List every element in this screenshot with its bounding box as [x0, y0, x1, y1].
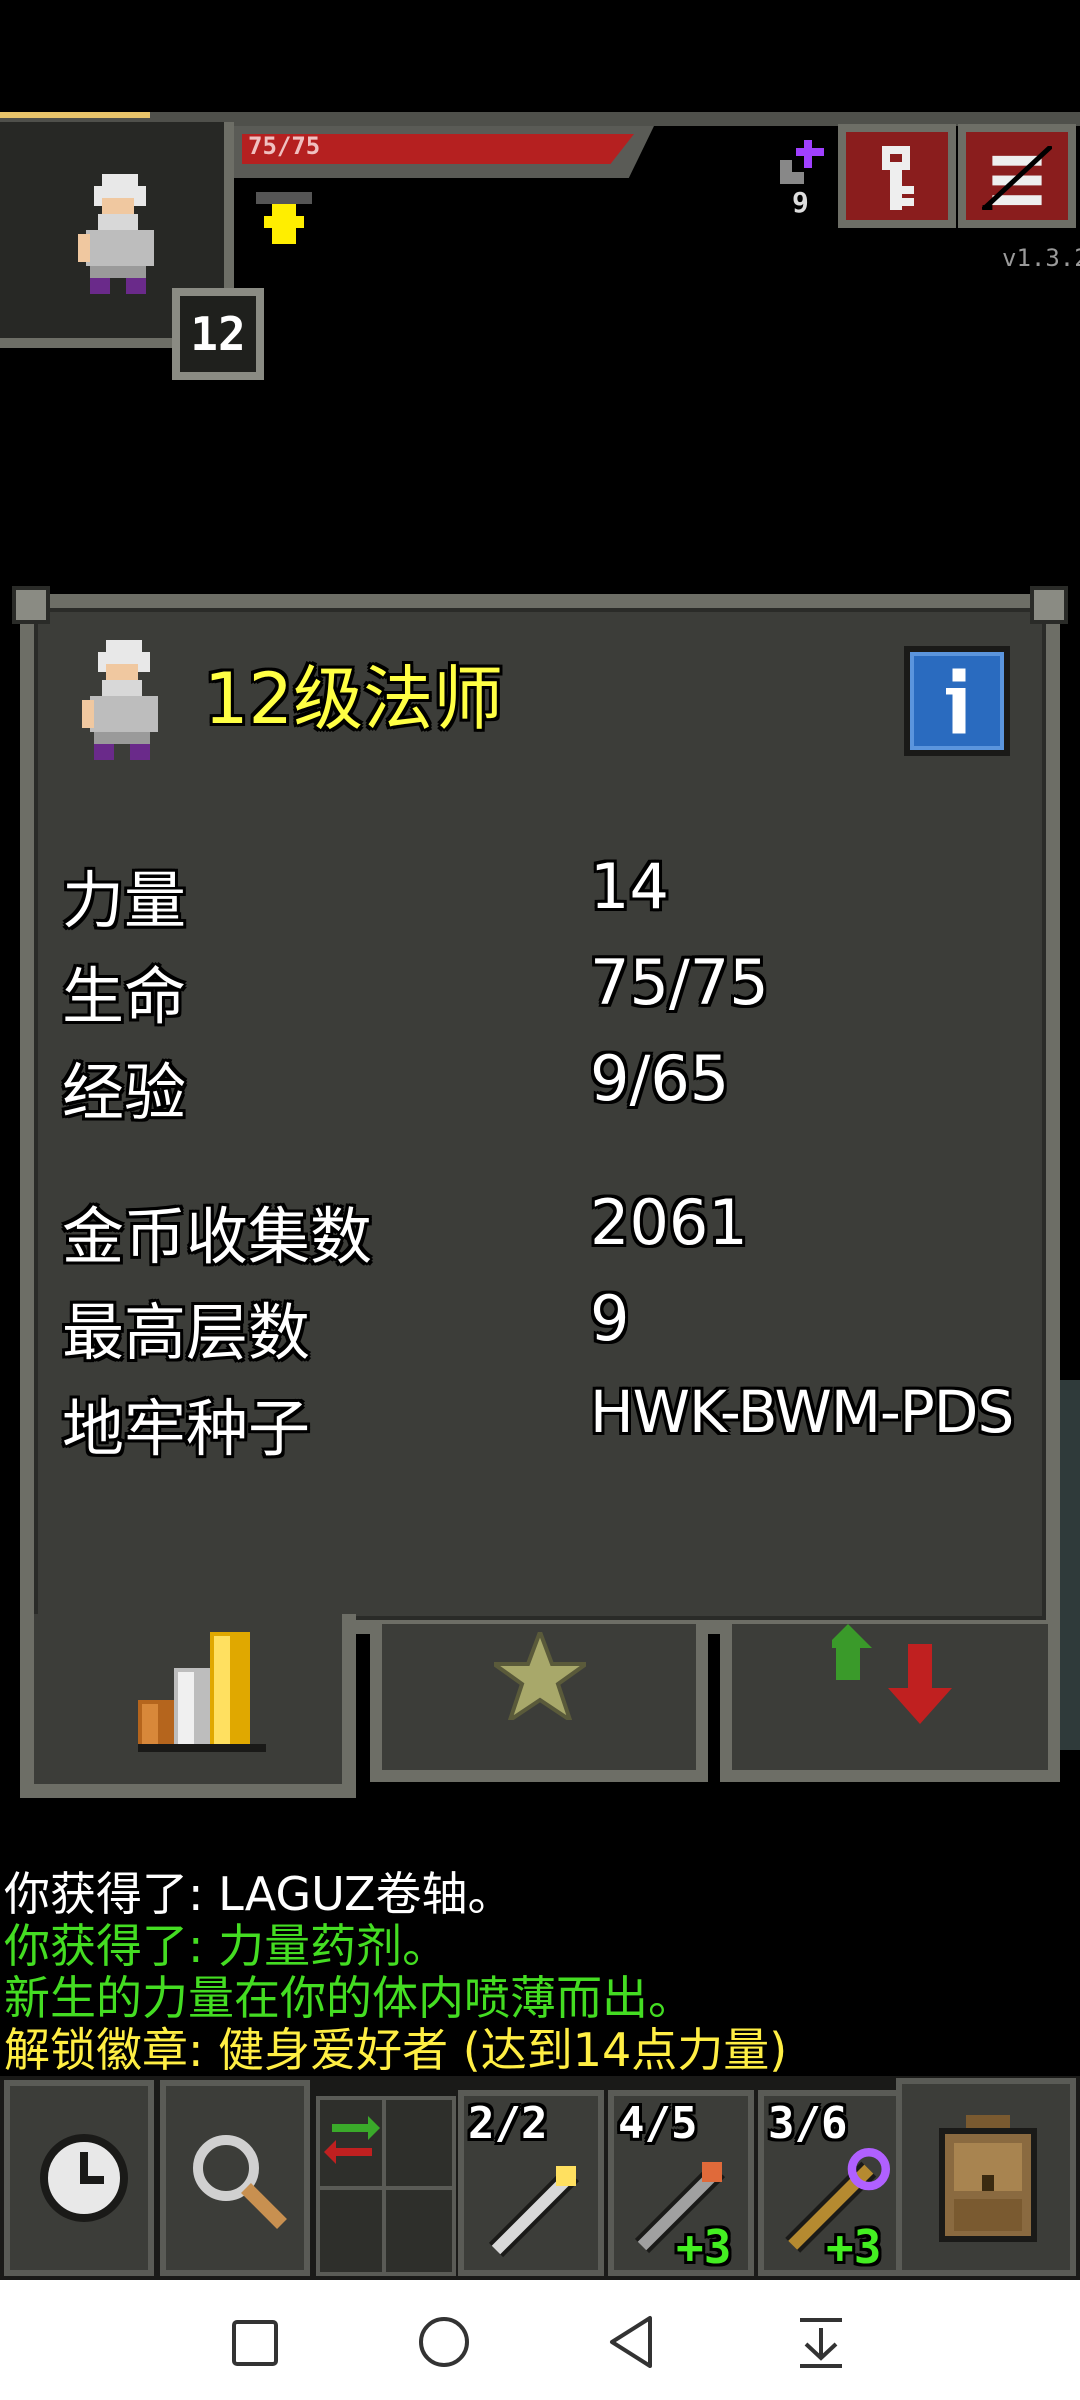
stat-label-strength: 力量	[62, 864, 187, 937]
recent-apps-icon[interactable]	[230, 2318, 280, 2368]
hp-bar: 75/75	[234, 126, 654, 178]
wand-charges: 4/5	[618, 2098, 698, 2149]
stat-value-strength: 14	[590, 850, 669, 923]
key-icon	[882, 146, 914, 210]
info-button[interactable]	[904, 646, 1010, 756]
iron-key-icon	[780, 140, 824, 184]
wand-icon	[488, 2166, 580, 2258]
notification-pull-icon[interactable]	[796, 2314, 846, 2370]
window-corner	[1030, 586, 1068, 624]
menu-button[interactable]	[958, 124, 1076, 228]
stat-value-exp: 9/65	[590, 1042, 730, 1115]
log-line: 解锁徽章: 健身爱好者 (达到14点力量)	[4, 2023, 788, 2077]
stat-label-health: 生命	[62, 960, 187, 1033]
hp-text: 75/75	[248, 132, 321, 160]
xp-bar	[0, 112, 150, 118]
dungeon-wall	[1058, 1380, 1080, 1750]
stats-chart-icon	[138, 1632, 266, 1752]
hero-mage-icon	[82, 640, 158, 760]
hero-mage-icon	[78, 174, 154, 294]
quickslot-3[interactable]: 3/6 +3	[758, 2090, 904, 2276]
back-icon[interactable]	[606, 2314, 656, 2370]
journal-button[interactable]	[838, 124, 956, 228]
stat-value-depth: 9	[590, 1282, 630, 1355]
search-button[interactable]	[160, 2080, 310, 2276]
home-icon[interactable]	[416, 2314, 472, 2370]
hero-level-value: 12	[190, 307, 246, 361]
info-icon	[946, 668, 966, 734]
stat-label-seed: 地牢种子	[62, 1392, 311, 1465]
wand-charges: 2/2	[468, 2098, 548, 2149]
system-nav-bar	[0, 2280, 1080, 2400]
backpack-icon	[939, 2115, 1037, 2242]
tab-badges[interactable]	[370, 1624, 708, 1782]
slot-grid	[320, 2186, 452, 2190]
swap-quickslot-button[interactable]	[316, 2096, 456, 2276]
stat-value-health: 75/75	[590, 946, 769, 1019]
clock-icon	[40, 2134, 128, 2222]
window-title: 12级法师	[204, 658, 504, 740]
stat-label-exp: 经验	[62, 1056, 187, 1129]
stat-value-seed: HWK-BWM-PDS	[590, 1378, 1014, 1446]
menu-icon	[982, 146, 1052, 210]
hero-level-badge: 12	[172, 288, 264, 380]
badge-star-icon	[494, 1632, 586, 1720]
search-icon	[193, 2135, 287, 2229]
swap-arrows-icon	[324, 2116, 380, 2164]
wait-button[interactable]	[4, 2080, 154, 2276]
tab-challenges[interactable]	[720, 1624, 1060, 1782]
stat-label-gold: 金币收集数	[62, 1200, 373, 1273]
key-count: 9	[792, 186, 809, 219]
stat-value-gold: 2061	[590, 1186, 748, 1259]
backpack-button[interactable]	[896, 2078, 1076, 2276]
upgrade-level: +3	[676, 2220, 732, 2274]
wand-charges: 3/6	[768, 2098, 848, 2149]
window-corner	[12, 586, 50, 624]
quickslot-1[interactable]: 2/2	[458, 2090, 604, 2276]
tab-stats[interactable]	[20, 1614, 356, 1798]
quickslot-2[interactable]: 4/5 +3	[608, 2090, 754, 2276]
stat-label-depth: 最高层数	[62, 1296, 311, 1369]
up-down-arrows-icon	[832, 1624, 952, 1724]
upgrade-level: +3	[826, 2220, 882, 2274]
version-label: v1.3.2	[1002, 244, 1080, 272]
buff-icon	[256, 192, 312, 244]
